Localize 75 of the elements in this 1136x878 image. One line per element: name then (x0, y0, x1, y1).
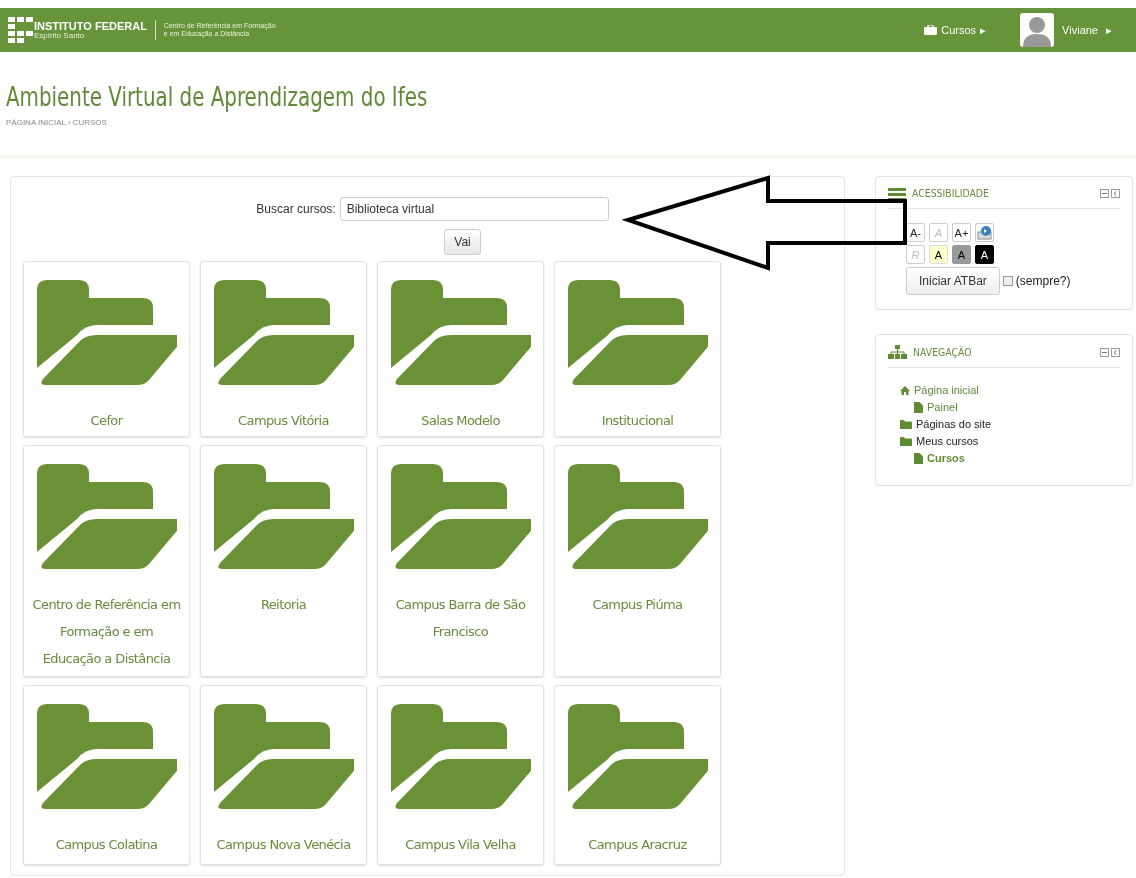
page-title: Ambiente Virtual de Aprendizagem do Ifes (6, 82, 429, 112)
category-link[interactable]: Institucional (601, 407, 674, 434)
folder-icon (567, 280, 708, 385)
block-title: ACESSIBILIDADE (912, 187, 990, 200)
go-button[interactable]: Vai (444, 229, 481, 255)
color-scheme-button[interactable]: A (952, 245, 971, 264)
always-checkbox[interactable] (1002, 276, 1013, 286)
nav-link[interactable]: Cursos (927, 450, 965, 467)
nav-link[interactable]: Página inicial (914, 382, 979, 399)
block-title: NAVEGAÇÃO (913, 345, 973, 359)
avatar-icon (1020, 13, 1055, 47)
folder-icon (567, 464, 708, 569)
category-card[interactable]: Campus Barra de São Francisco (377, 445, 544, 677)
category-link[interactable]: Reitoria (260, 591, 307, 618)
category-link[interactable]: Campus Nova Venécia (216, 831, 351, 858)
category-link[interactable]: Campus Barra de São Francisco (384, 591, 537, 645)
nav-link[interactable]: Painel (927, 399, 958, 416)
user-menu[interactable]: Viviane ▸ (1020, 13, 1112, 47)
courses-menu[interactable]: Cursos ▸ (924, 23, 987, 37)
folder-icon (390, 280, 531, 385)
text-size-button[interactable]: A+ (952, 223, 971, 242)
nav-link[interactable]: Páginas do site (916, 416, 992, 433)
category-link[interactable]: Campus Vitória (238, 407, 329, 434)
category-link[interactable]: Salas Modelo (421, 407, 500, 434)
search-field[interactable]: Biblioteca virtual (339, 197, 609, 221)
logo-subtitle: Espírito Santo (34, 31, 86, 40)
folder-icon (900, 420, 912, 429)
block-controls-icon[interactable] (1100, 189, 1120, 198)
page-icon (914, 402, 923, 413)
folder-icon (213, 280, 354, 385)
folder-icon (567, 704, 708, 809)
category-card[interactable]: Campus Vila Velha (377, 685, 544, 865)
breadcrumb-link[interactable]: CURSOS (72, 118, 107, 127)
category-link[interactable]: Campus Colatina (55, 831, 158, 858)
category-link[interactable]: Cefor (90, 407, 123, 434)
folder-icon (36, 280, 177, 385)
color-scheme-button[interactable]: A (929, 245, 948, 264)
category-link[interactable]: Campus Piúma (592, 591, 683, 618)
category-card[interactable]: Reitoria (200, 445, 367, 677)
folder-icon (213, 704, 354, 809)
breadcrumb-separator: › (68, 118, 71, 127)
logo-icon (8, 17, 34, 43)
folder-icon (390, 704, 531, 809)
category-card[interactable]: Salas Modelo (377, 261, 544, 437)
home-icon (900, 386, 910, 395)
page-icon (914, 453, 923, 464)
category-link[interactable]: Centro de Referência em Formação e em Educação a Distância (30, 591, 183, 672)
category-card[interactable]: Campus Colatina (23, 685, 190, 865)
nav-link[interactable]: Meus cursos (916, 433, 979, 450)
category-card[interactable]: Campus Piúma (554, 445, 721, 677)
color-scheme-button[interactable]: A (975, 245, 994, 264)
folder-icon (36, 464, 177, 569)
category-card[interactable]: Cefor (23, 261, 190, 437)
category-card[interactable]: Centro de Referência em Formação e em Educação a Distância (23, 445, 190, 677)
folder-icon (213, 464, 354, 569)
folder-icon (900, 437, 912, 446)
category-card[interactable]: Campus Vitória (200, 261, 367, 437)
category-card[interactable]: Campus Nova Venécia (200, 685, 367, 865)
category-card[interactable]: Institucional (554, 261, 721, 437)
category-card[interactable]: Campus Aracruz (554, 685, 721, 865)
save-settings-button[interactable] (975, 223, 994, 242)
start-atbar-button[interactable]: Iniciar ATBar (906, 267, 1000, 295)
sitemap-icon (888, 345, 907, 359)
checkbox-label: (sempre?) (1015, 274, 1071, 288)
folder-icon (390, 464, 531, 569)
breadcrumb-link[interactable]: PÁGINA INICIAL (6, 118, 67, 127)
category-link[interactable]: Campus Vila Velha (405, 831, 516, 858)
category-link[interactable]: Campus Aracruz (588, 831, 687, 858)
caret-icon: ▸ (980, 23, 987, 37)
briefcase-icon (924, 25, 938, 35)
search-label: Buscar cursos: (256, 202, 336, 216)
folder-icon (36, 704, 177, 809)
block-controls-icon[interactable] (1100, 347, 1120, 357)
caret-icon: ▸ (1106, 23, 1112, 37)
logo-title: INSTITUTO FEDERAL (34, 20, 147, 32)
